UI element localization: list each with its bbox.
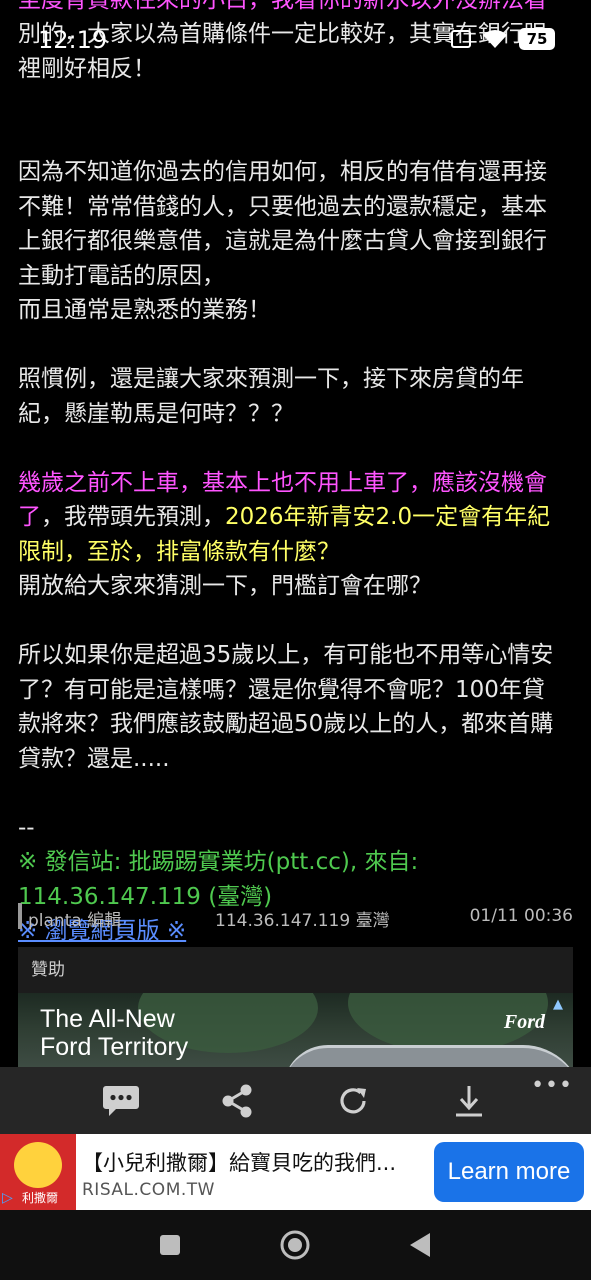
article-line: 了？有可能是這樣嗎？還是你覺得不會呢？100年貸 — [18, 676, 545, 703]
edit-meta: planta 編輯 114.36.147.119 臺灣 01/11 00:36 — [18, 903, 573, 931]
article-line: 照慣例，還是讓大家來預測一下，接下來房貸的年 — [18, 366, 524, 392]
article-line: 上銀行都很樂意借，這就是為什麼古貸人會接到銀行 — [18, 228, 547, 254]
editor-name: planta 編輯 — [28, 911, 122, 931]
article-line: 主動打電話的原因， — [18, 262, 225, 289]
refresh-button[interactable] — [331, 1081, 375, 1121]
download-button[interactable] — [447, 1081, 491, 1121]
headline-line: Ford Territory — [40, 1033, 189, 1061]
highlight-magenta: 了 — [18, 504, 41, 530]
headline-line: The All-New — [40, 1005, 175, 1033]
back-button[interactable] — [402, 1227, 438, 1263]
article-line: 別的，大家以為首購條件一定比較好，其實在銀行眼 — [18, 21, 547, 47]
sponsor-headline: The All-New Ford Territory — [40, 1005, 188, 1061]
origin-line: ※ 發信站: 批踢踢實業坊(ptt.cc), 來自: — [18, 849, 419, 875]
article-line-clipped: 至度背貸款往來的小白，我看你的新水以外沒辦法看 — [18, 0, 547, 13]
article-line: 貸款？還是..... — [18, 745, 170, 772]
recents-button[interactable] — [152, 1227, 188, 1263]
article-line: 款將來？我們應該鼓勵超過50歲以上的人，都來首購 — [18, 711, 554, 737]
article-line: 開放給大家來猜測一下，門檻訂會在哪？ — [18, 573, 432, 599]
system-nav-bar — [0, 1210, 591, 1280]
ad-banner[interactable]: ▷ 利撒爾 【小兒利撒爾】給寶貝吃的我們... RISAL.COM.TW Lea… — [0, 1134, 591, 1210]
adchoices-icon[interactable]: ▲ — [553, 997, 567, 1012]
article-line-highlight: 限制，至於，排富條款有什麼？ — [18, 538, 340, 565]
comment-icon — [103, 1086, 139, 1116]
home-button[interactable] — [277, 1227, 313, 1263]
article-line: 不難！常常借錢的人，只要他過去的還款穩定，基本 — [18, 193, 547, 220]
plain-text: ，我帶頭先預測， — [41, 504, 225, 530]
comment-button[interactable] — [99, 1081, 143, 1121]
ad-logo[interactable]: ▷ 利撒爾 — [0, 1134, 76, 1210]
square-icon — [160, 1235, 180, 1255]
meta-bar — [18, 903, 22, 929]
article-body: 至度背貸款往來的小白，我看你的新水以外沒辦法看 別的，大家以為首購條件一定比較好… — [18, 0, 578, 949]
sponsor-label: 贊助 — [31, 960, 65, 980]
download-icon — [456, 1086, 482, 1117]
ad-domain: RISAL.COM.TW — [82, 1180, 215, 1200]
edit-time: 01/11 00:36 — [469, 906, 573, 926]
learn-more-button[interactable]: Learn more — [434, 1142, 584, 1202]
signature-dash: -- — [18, 814, 35, 841]
article-line: 而且通常是熟悉的業務！ — [18, 297, 271, 323]
article-line-highlight: 幾歲之前不上車，基本上也不用上車了，應該沒機會 — [18, 469, 547, 496]
back-icon — [410, 1233, 430, 1257]
share-button[interactable] — [215, 1081, 259, 1121]
article-line: 因為不知道你過去的信用如何，相反的有借有還再接 — [18, 159, 547, 185]
more-menu-button[interactable]: ••• — [531, 1073, 573, 1098]
article-line: 紀，懸崖勒馬是何時？？？ — [18, 400, 294, 427]
article-line-mixed: 了，我帶頭先預測，2026年新青安2.0一定會有年紀 — [18, 500, 578, 535]
editor-ip: 114.36.147.119 臺灣 — [215, 911, 390, 931]
circle-icon — [280, 1230, 310, 1260]
refresh-icon — [340, 1088, 366, 1114]
article-line: 所以如果你是超過35歲以上，有可能也不用等心情安 — [18, 642, 554, 668]
ford-logo: Ford — [503, 1011, 545, 1033]
mascot-image — [14, 1142, 62, 1188]
screen: 12:19 75 至度背貸款往來的小白，我看你的新水以外沒辦法看 別的，大家以為… — [0, 0, 591, 1280]
play-store-icon: ▷ — [2, 1190, 13, 1206]
sponsor-card[interactable]: 贊助 The All-New Ford Territory Ford ▲ — [18, 947, 573, 1083]
share-icon — [222, 1084, 252, 1118]
ad-logo-text: 利撒爾 — [22, 1191, 59, 1205]
highlight-yellow: 2026年新青安2.0一定會有年紀 — [225, 504, 551, 530]
ad-title[interactable]: 【小兒利撒爾】給寶貝吃的我們... — [82, 1147, 420, 1177]
article-line: 裡剛好相反！ — [18, 55, 156, 82]
bottom-toolbar: ••• — [0, 1067, 591, 1134]
